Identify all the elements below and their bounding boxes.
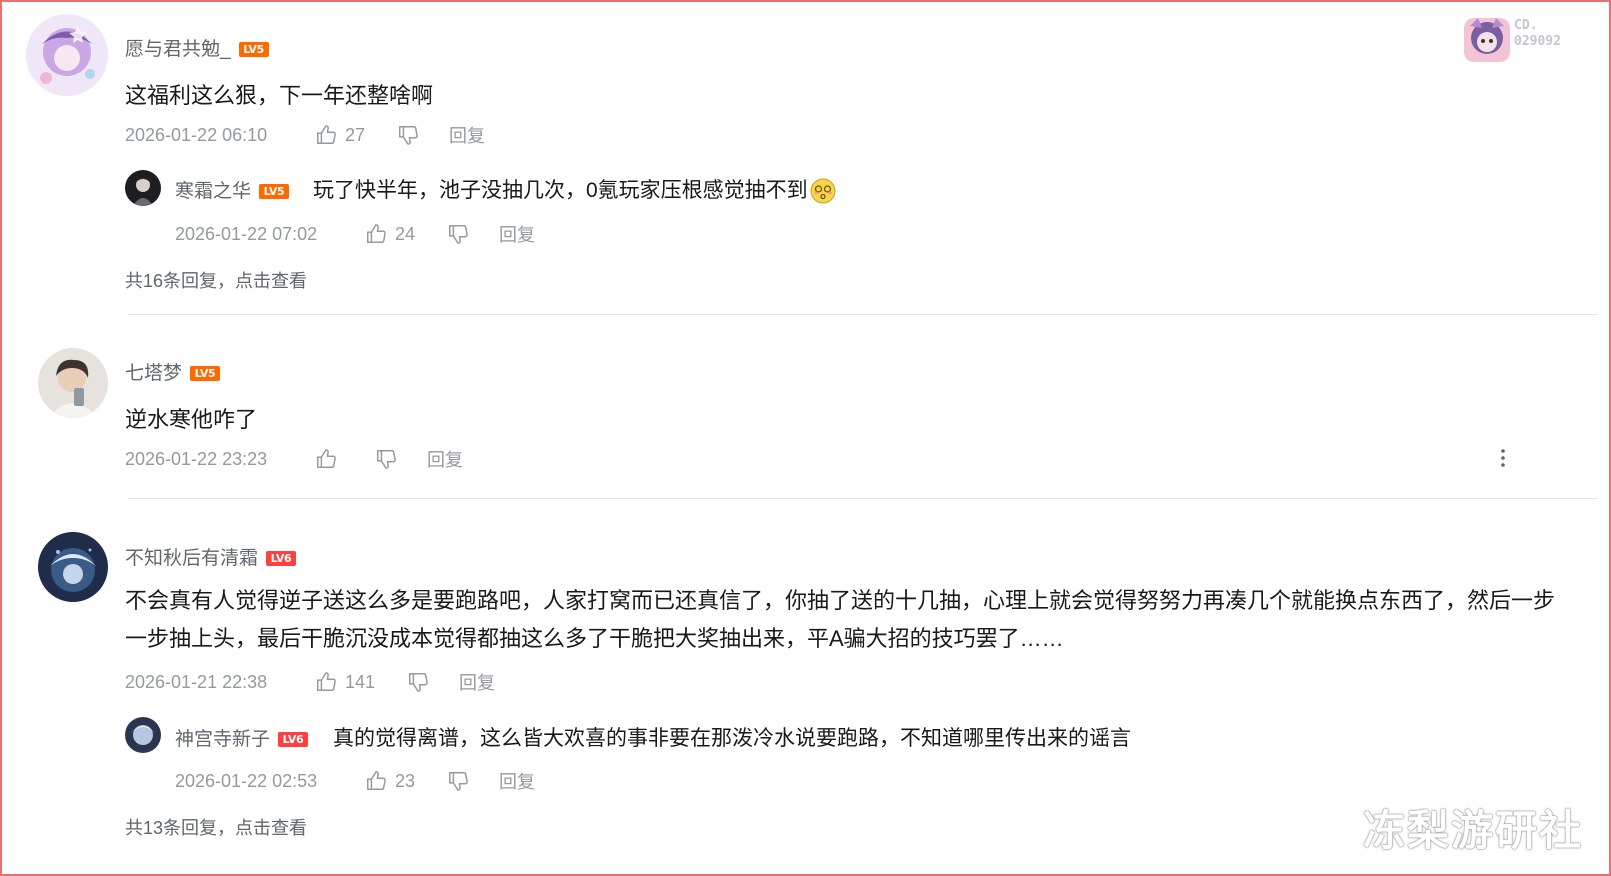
user-avatar-icon: [38, 532, 108, 602]
dislike-button[interactable]: [397, 124, 449, 146]
comment-username[interactable]: 愿与君共勉_ LV5: [125, 34, 269, 61]
view-more-replies-link[interactable]: 共16条回复，点击查看: [125, 267, 307, 293]
like-count: 141: [345, 671, 376, 692]
username-text[interactable]: 寒霜之华: [175, 181, 251, 202]
reply-meta: 2026-01-22 07:02 24 回复: [175, 221, 535, 247]
username-text[interactable]: 神宫寺新子: [175, 729, 270, 750]
dizzy-face-emoji-icon: [810, 178, 836, 204]
level-badge: LV5: [190, 366, 221, 382]
fan-badge-avatar-icon: [1464, 18, 1510, 62]
like-button[interactable]: 141: [315, 671, 407, 693]
reply-content: 玩了快半年，池子没抽几次，0氪玩家压根感觉抽不到: [313, 174, 836, 204]
comment-meta: 2026-01-21 22:38 141 回复: [125, 669, 495, 695]
reply-avatar[interactable]: [125, 717, 161, 753]
reply-button[interactable]: 回复: [499, 768, 535, 794]
more-options-icon[interactable]: [1493, 446, 1513, 470]
username-text[interactable]: 七塔梦: [125, 363, 182, 384]
thumbs-down-icon: [449, 225, 468, 244]
fan-badge: CD. 029092: [1462, 12, 1592, 68]
thumbs-down-icon: [399, 126, 418, 145]
fan-badge-line2: 029092: [1514, 34, 1561, 49]
comment-time: 2026-01-22 06:10: [125, 124, 268, 145]
reply-time: 2026-01-22 07:02: [175, 223, 318, 244]
username-text[interactable]: 愿与君共勉_: [125, 39, 231, 60]
username-text[interactable]: 不知秋后有清霜: [125, 548, 258, 569]
like-button[interactable]: [315, 448, 375, 470]
dislike-button[interactable]: [447, 770, 499, 792]
dislike-button[interactable]: [375, 448, 427, 470]
thumbs-down-icon: [377, 450, 396, 469]
like-button[interactable]: 23: [365, 770, 447, 792]
reply-meta: 2026-01-22 02:53 23 回复: [175, 768, 535, 794]
comment-username[interactable]: 不知秋后有清霜 LV6: [125, 543, 297, 570]
level-badge: LV6: [278, 732, 309, 748]
fan-badge-line1: CD.: [1514, 18, 1538, 33]
comment-meta: 2026-01-22 06:10 27 回复: [125, 122, 485, 148]
avatar[interactable]: [26, 14, 108, 96]
comment-divider: [128, 498, 1598, 499]
user-avatar-icon: [125, 170, 161, 206]
like-button[interactable]: 24: [365, 223, 447, 245]
comment-divider: [128, 314, 1598, 315]
level-badge: LV5: [238, 42, 269, 58]
thumbs-down-icon: [449, 772, 468, 791]
like-button[interactable]: 27: [315, 124, 397, 146]
reply-content: 真的觉得离谱，这么皆大欢喜的事非要在那泼冷水说要跑路，不知道哪里传出来的谣言: [333, 727, 1131, 750]
comment-time: 2026-01-22 23:23: [125, 448, 268, 469]
reply-avatar[interactable]: [125, 170, 161, 206]
dislike-button[interactable]: [447, 223, 499, 245]
avatar[interactable]: [38, 532, 108, 602]
thumbs-down-icon: [409, 673, 428, 692]
reply-username[interactable]: 神宫寺新子 LV6: [175, 724, 309, 751]
comment-time: 2026-01-21 22:38: [125, 671, 268, 692]
reply-content-text: 玩了快半年，池子没抽几次，0氪玩家压根感觉抽不到: [313, 179, 808, 202]
avatar[interactable]: [38, 348, 108, 418]
like-count: 27: [345, 124, 366, 145]
thumbs-up-icon: [367, 224, 386, 243]
thumbs-up-icon: [317, 449, 336, 468]
reply-button[interactable]: 回复: [499, 221, 535, 247]
comment-content: 不会真有人觉得逆子送这么多是要跑路吧，人家打窝而已还真信了，你抽了送的十几抽，心…: [125, 588, 1556, 651]
user-avatar-icon: [26, 14, 108, 96]
thumbs-up-icon: [317, 672, 336, 691]
reply-time: 2026-01-22 02:53: [175, 770, 318, 791]
watermark: 冻梨游研社: [1362, 806, 1583, 855]
level-badge: LV6: [266, 551, 297, 567]
user-avatar-icon: [125, 717, 161, 753]
comment-username[interactable]: 七塔梦 LV5: [125, 358, 221, 385]
like-count: 23: [395, 770, 416, 791]
comment-meta: 2026-01-22 23:23 回复: [125, 446, 463, 472]
fan-badge-number: CD. 029092: [1514, 18, 1561, 50]
dislike-button[interactable]: [407, 671, 459, 693]
like-count: 24: [395, 223, 416, 244]
reply-username[interactable]: 寒霜之华 LV5: [175, 176, 290, 203]
view-more-replies-link[interactable]: 共13条回复，点击查看: [125, 814, 307, 840]
thumbs-up-icon: [367, 771, 386, 790]
user-avatar-icon: [38, 348, 108, 418]
comment-content: 这福利这么狠，下一年还整啥啊: [125, 83, 434, 108]
level-badge: LV5: [259, 184, 290, 200]
reply-button[interactable]: 回复: [449, 122, 485, 148]
reply-button[interactable]: 回复: [427, 446, 463, 472]
reply-button[interactable]: 回复: [459, 669, 495, 695]
thumbs-up-icon: [317, 125, 336, 144]
comment-content: 逆水寒他咋了: [125, 407, 258, 432]
